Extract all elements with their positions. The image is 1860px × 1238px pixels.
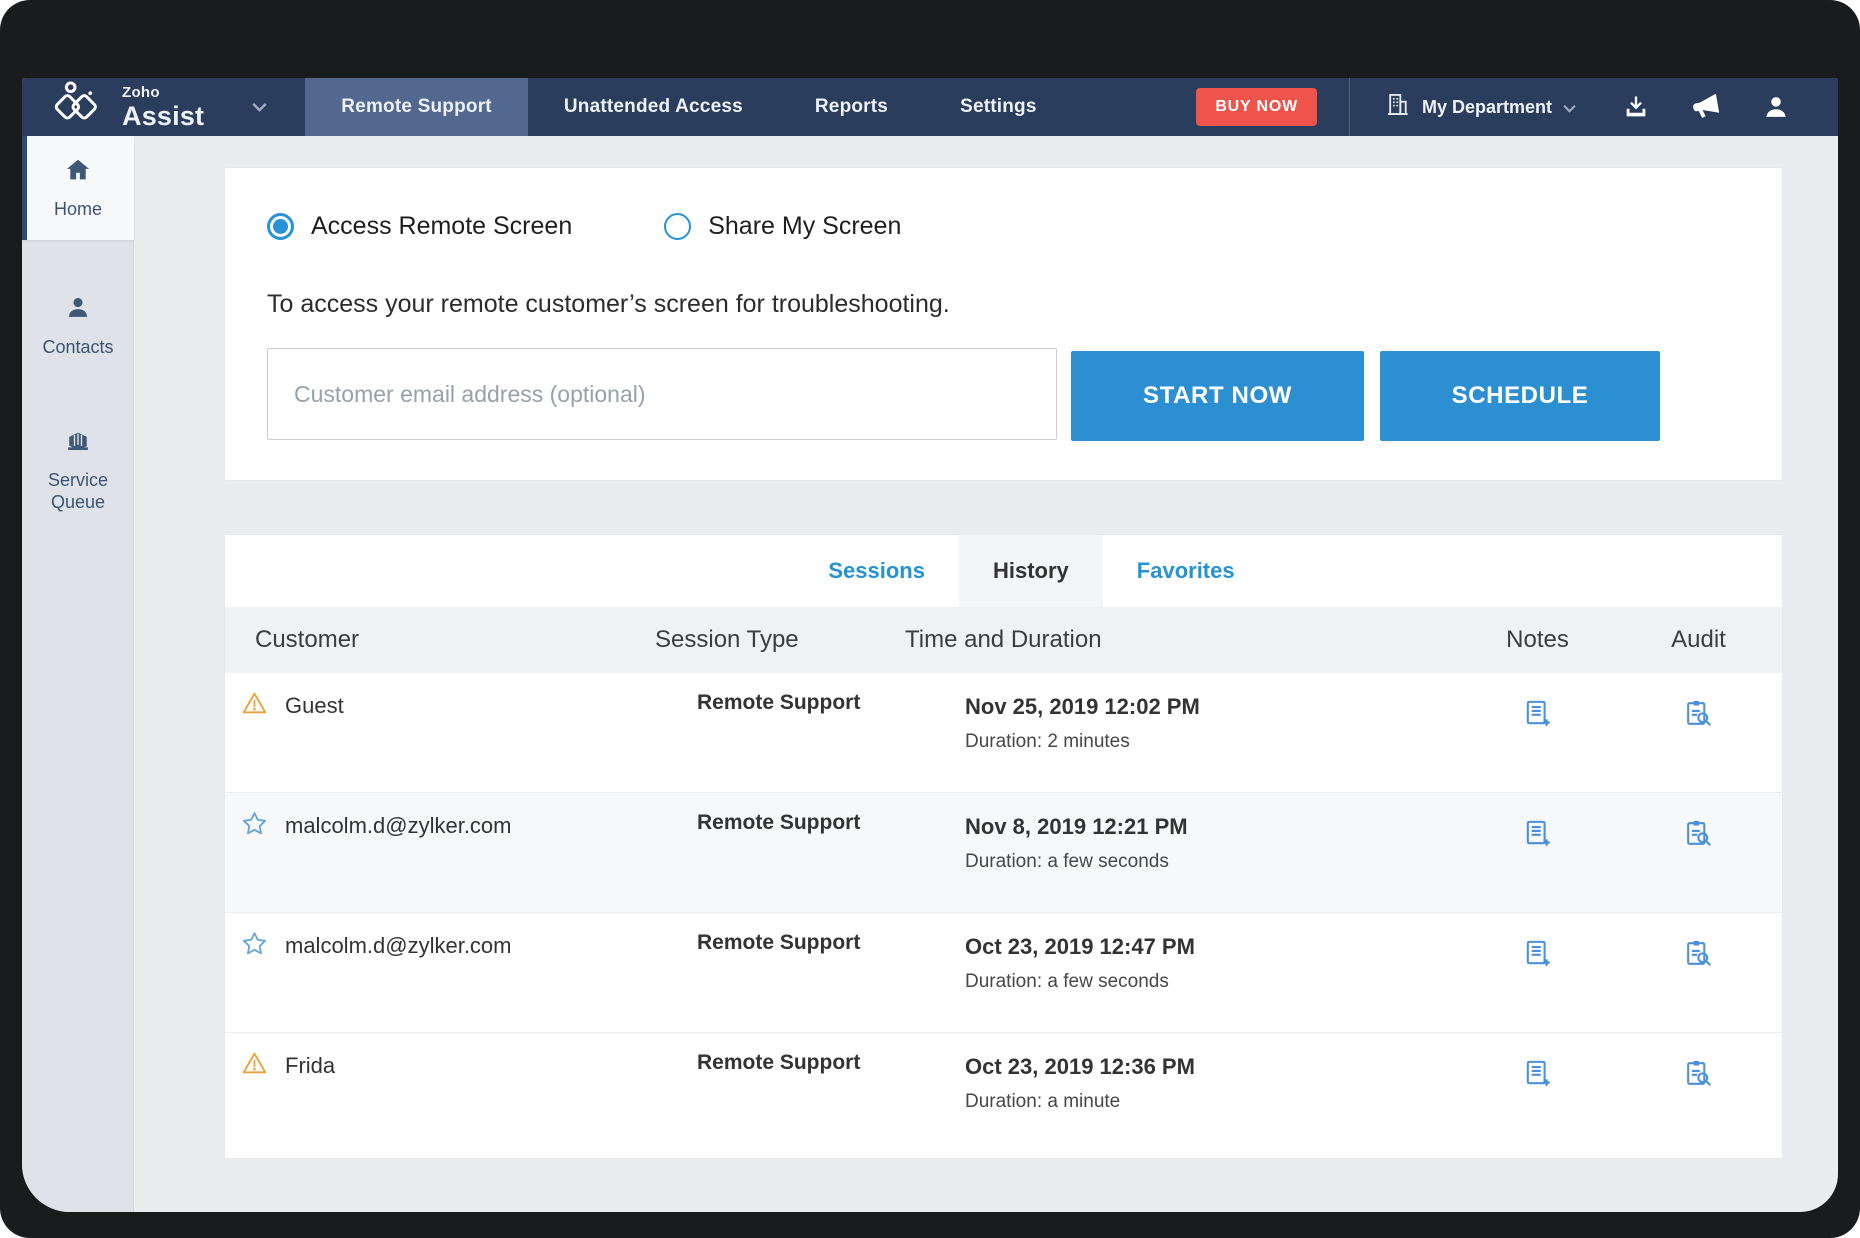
- radio-access-remote-screen[interactable]: Access Remote Screen: [267, 212, 572, 241]
- table-row: Frida Remote Support Oct 23, 2019 12:36 …: [225, 1033, 1782, 1153]
- radio-label: Share My Screen: [708, 212, 902, 240]
- audit-icon[interactable]: [1683, 698, 1714, 729]
- time-duration-cell: Nov 8, 2019 12:21 PM Duration: a few sec…: [900, 793, 1460, 912]
- device-frame: Zoho Assist Remote Support Unattended Ac…: [0, 0, 1860, 1238]
- customer-name: Frida: [285, 1053, 336, 1078]
- session-launcher-panel: Access Remote Screen Share My Screen To …: [225, 168, 1782, 480]
- service-queue-icon: [64, 427, 92, 460]
- add-note-icon[interactable]: [1522, 818, 1553, 849]
- session-time: Oct 23, 2019 12:36 PM: [965, 1054, 1195, 1079]
- sidebar-item-label: Contacts: [42, 336, 114, 357]
- table-row: malcolm.d@zylker.com Remote Support Nov …: [225, 793, 1782, 913]
- time-duration-cell: Nov 25, 2019 12:02 PM Duration: 2 minute…: [900, 673, 1460, 792]
- favorite-star-icon[interactable]: [241, 812, 268, 841]
- customer-status-cell: [241, 913, 285, 1032]
- session-mode-radios: Access Remote Screen Share My Screen: [267, 212, 901, 241]
- customer-status-cell: [241, 1033, 285, 1153]
- audit-icon[interactable]: [1683, 938, 1714, 969]
- department-label: My Department: [1421, 96, 1552, 117]
- brand-zoho: Zoho: [122, 83, 160, 101]
- session-time: Nov 8, 2019 12:21 PM: [965, 814, 1188, 839]
- column-header-audit: Audit: [1671, 626, 1726, 653]
- session-duration: Duration: a few seconds: [965, 971, 1169, 992]
- customer-name: malcolm.d@zylker.com: [285, 933, 512, 958]
- radio-label: Access Remote Screen: [311, 212, 573, 240]
- navtab-remote-support[interactable]: Remote Support: [305, 78, 528, 136]
- sidebar-item-label: Service Queue: [47, 469, 109, 513]
- navtab-settings[interactable]: Settings: [924, 78, 1073, 136]
- column-header-session-type: Session Type: [655, 626, 799, 653]
- left-sidebar: Home Contacts Service Queue: [22, 136, 134, 1212]
- session-duration: Duration: a minute: [965, 1091, 1121, 1112]
- customer-name: malcolm.d@zylker.com: [285, 813, 512, 838]
- contacts-icon: [64, 294, 92, 327]
- column-header-time-duration: Time and Duration: [905, 626, 1102, 653]
- sidebar-item-home[interactable]: Home: [22, 136, 134, 240]
- session-type: Remote Support: [697, 691, 861, 714]
- sidebar-item-service-queue[interactable]: Service Queue: [22, 414, 134, 526]
- brand: Zoho Assist: [22, 80, 204, 134]
- radio-selected-icon: [267, 213, 294, 240]
- add-note-icon[interactable]: [1522, 938, 1553, 969]
- building-icon: [1384, 91, 1411, 123]
- favorite-star-icon[interactable]: [241, 932, 268, 961]
- session-type: Remote Support: [697, 811, 861, 834]
- customer-name: Guest: [285, 693, 344, 718]
- navtab-unattended-access[interactable]: Unattended Access: [528, 78, 779, 136]
- audit-icon[interactable]: [1683, 1058, 1714, 1089]
- sidebar-item-contacts[interactable]: Contacts: [22, 280, 134, 372]
- customer-email-input[interactable]: [267, 348, 1057, 440]
- app-window: Zoho Assist Remote Support Unattended Ac…: [22, 78, 1838, 1212]
- radio-unselected-icon: [664, 213, 692, 240]
- customer-status-cell: [241, 673, 285, 792]
- buy-now-button[interactable]: BUY NOW: [1196, 88, 1317, 126]
- navtab-reports[interactable]: Reports: [779, 78, 924, 136]
- download-icon[interactable]: [1622, 93, 1650, 121]
- time-duration-cell: Oct 23, 2019 12:47 PM Duration: a few se…: [900, 913, 1460, 1032]
- announcement-megaphone-icon[interactable]: [1690, 91, 1722, 123]
- warning-icon: [241, 692, 268, 721]
- session-duration: Duration: 2 minutes: [965, 731, 1130, 752]
- customer-status-cell: [241, 793, 285, 912]
- user-account-icon[interactable]: [1762, 93, 1790, 121]
- table-row: Guest Remote Support Nov 25, 2019 12:02 …: [225, 673, 1782, 793]
- audit-icon[interactable]: [1683, 818, 1714, 849]
- schedule-button[interactable]: SCHEDULE: [1380, 351, 1660, 441]
- session-type: Remote Support: [697, 931, 861, 954]
- sidebar-item-label: Home: [53, 198, 102, 219]
- department-selector[interactable]: My Department: [1350, 91, 1576, 123]
- session-time: Oct 23, 2019 12:47 PM: [965, 934, 1195, 959]
- navbar-tabs: Remote Support Unattended Access Reports…: [305, 78, 1072, 136]
- tab-sessions[interactable]: Sessions: [794, 535, 959, 607]
- sessions-history-panel: Sessions History Favorites Customer Sess…: [225, 535, 1782, 1158]
- home-icon: [64, 156, 92, 189]
- launcher-description: To access your remote customer’s screen …: [267, 290, 950, 318]
- navbar-right: BUY NOW My Department: [1196, 78, 1838, 136]
- table-row: malcolm.d@zylker.com Remote Support Oct …: [225, 913, 1782, 1033]
- sessions-tab-bar: Sessions History Favorites: [253, 535, 1810, 607]
- department-chevron-down-icon: [1563, 97, 1576, 118]
- tab-favorites[interactable]: Favorites: [1103, 535, 1269, 607]
- session-duration: Duration: a few seconds: [965, 851, 1169, 872]
- radio-share-my-screen[interactable]: Share My Screen: [664, 212, 901, 241]
- add-note-icon[interactable]: [1522, 698, 1553, 729]
- warning-icon: [241, 1052, 268, 1081]
- time-duration-cell: Oct 23, 2019 12:36 PM Duration: a minute: [900, 1033, 1460, 1153]
- add-note-icon[interactable]: [1522, 1058, 1553, 1089]
- start-now-button[interactable]: START NOW: [1071, 351, 1364, 441]
- tab-history[interactable]: History: [958, 535, 1103, 607]
- navbar-icon-group: [1622, 91, 1790, 123]
- session-type: Remote Support: [697, 1051, 861, 1074]
- column-header-customer: Customer: [255, 626, 360, 653]
- brand-assist: Assist: [122, 100, 205, 131]
- table-header-row: Customer Session Type Time and Duration …: [225, 607, 1782, 673]
- brand-text: Zoho Assist: [122, 85, 204, 130]
- brand-chevron-down-icon[interactable]: [252, 102, 267, 112]
- session-time: Nov 25, 2019 12:02 PM: [965, 694, 1200, 719]
- zoho-assist-logo-icon: [52, 80, 108, 134]
- top-navbar: Zoho Assist Remote Support Unattended Ac…: [22, 78, 1838, 136]
- column-header-notes: Notes: [1506, 626, 1569, 653]
